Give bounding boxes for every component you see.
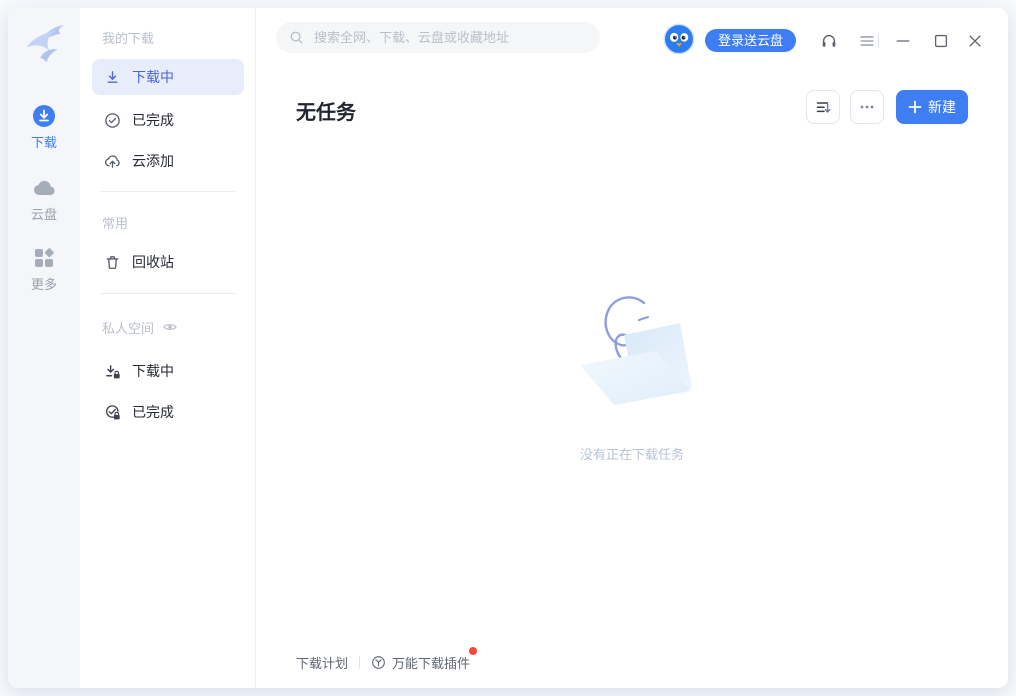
plus-icon (908, 100, 922, 114)
app-window: 下载 云盘 更多 我的下载 下载中 (8, 8, 1008, 688)
new-task-button[interactable]: 新建 (896, 90, 968, 124)
sidebar-item-label: 已完成 (132, 402, 174, 422)
download-plan-label: 下载计划 (296, 653, 348, 672)
sidebar-item-private-completed[interactable]: 已完成 (92, 394, 244, 430)
new-task-button-label: 新建 (928, 97, 956, 117)
plugin-label: 万能下载插件 (392, 653, 470, 672)
minimize-icon[interactable] (894, 32, 912, 50)
rail-item-cloud-drive[interactable]: 云盘 (8, 176, 80, 223)
section-header-label: 常用 (102, 213, 128, 232)
download-lock-icon (104, 363, 121, 380)
empty-folder-illustration (566, 291, 698, 413)
rail-item-download[interactable]: 下载 (8, 104, 80, 151)
section-header-label: 我的下载 (102, 28, 154, 47)
cloud-upload-icon (104, 153, 121, 170)
sort-list-icon (814, 98, 832, 116)
ellipsis-icon (858, 98, 876, 116)
footer-divider (359, 656, 360, 669)
cloud-icon (32, 176, 56, 200)
thunder-bird-logo-icon (22, 20, 66, 64)
rail-item-label: 更多 (8, 274, 80, 293)
sidebar-section-header: 我的下载 (102, 29, 154, 45)
check-circle-icon (104, 112, 121, 129)
sidebar-item-label: 云添加 (132, 151, 174, 171)
left-rail: 下载 云盘 更多 (8, 8, 80, 688)
empty-state: 没有正在下载任务 (256, 291, 1008, 463)
maximize-icon[interactable] (932, 32, 950, 50)
close-icon[interactable] (966, 32, 984, 50)
rail-item-label: 云盘 (8, 204, 80, 223)
search-icon (289, 30, 304, 45)
search-input[interactable] (312, 29, 587, 46)
footer-bar: 下载计划 万能下载插件 (296, 653, 470, 672)
section-header-label: 私人空间 (102, 318, 154, 337)
sidebar-item-label: 已完成 (132, 110, 174, 130)
more-options-button[interactable] (850, 90, 884, 124)
topbar-divider (878, 33, 879, 48)
empty-message: 没有正在下载任务 (256, 444, 1008, 463)
download-circle-icon (32, 104, 56, 128)
sidebar-item-cloud-add[interactable]: 云添加 (92, 143, 244, 179)
notification-dot (469, 647, 477, 655)
sidebar-item-label: 回收站 (132, 252, 174, 272)
penguin-avatar[interactable] (663, 23, 695, 55)
download-icon (104, 69, 121, 86)
sidebar-item-recycle-bin[interactable]: 回收站 (92, 244, 244, 280)
grid-icon (32, 246, 56, 270)
trash-icon (104, 254, 121, 271)
search-bar[interactable] (276, 22, 600, 53)
sidebar-item-label: 下载中 (132, 361, 174, 381)
sidebar-section-header: 常用 (102, 214, 128, 230)
sidebar-section-header-private: 私人空间 (102, 319, 178, 335)
page-title: 无任务 (296, 96, 356, 125)
login-button[interactable]: 登录送云盘 (705, 29, 796, 52)
main-panel: 登录送云盘 无任务 (256, 8, 1008, 688)
sidebar-divider (100, 191, 235, 192)
check-lock-icon (104, 404, 121, 421)
support-headset-icon[interactable] (820, 32, 838, 50)
rail-item-more[interactable]: 更多 (8, 246, 80, 293)
sidebar: 我的下载 下载中 已完成 云添加 常用 (80, 8, 256, 688)
download-plan-link[interactable]: 下载计划 (296, 653, 348, 672)
eye-icon[interactable] (162, 319, 178, 335)
plugin-link[interactable]: 万能下载插件 (371, 653, 470, 672)
sidebar-item-downloading[interactable]: 下载中 (92, 59, 244, 95)
sidebar-item-private-downloading[interactable]: 下载中 (92, 353, 244, 389)
sidebar-divider (100, 293, 235, 294)
sidebar-item-label: 下载中 (132, 67, 174, 87)
sort-button[interactable] (806, 90, 840, 124)
plugin-icon (371, 655, 386, 670)
rail-item-label: 下载 (8, 132, 80, 151)
sidebar-item-completed[interactable]: 已完成 (92, 102, 244, 138)
menu-icon[interactable] (858, 32, 876, 50)
